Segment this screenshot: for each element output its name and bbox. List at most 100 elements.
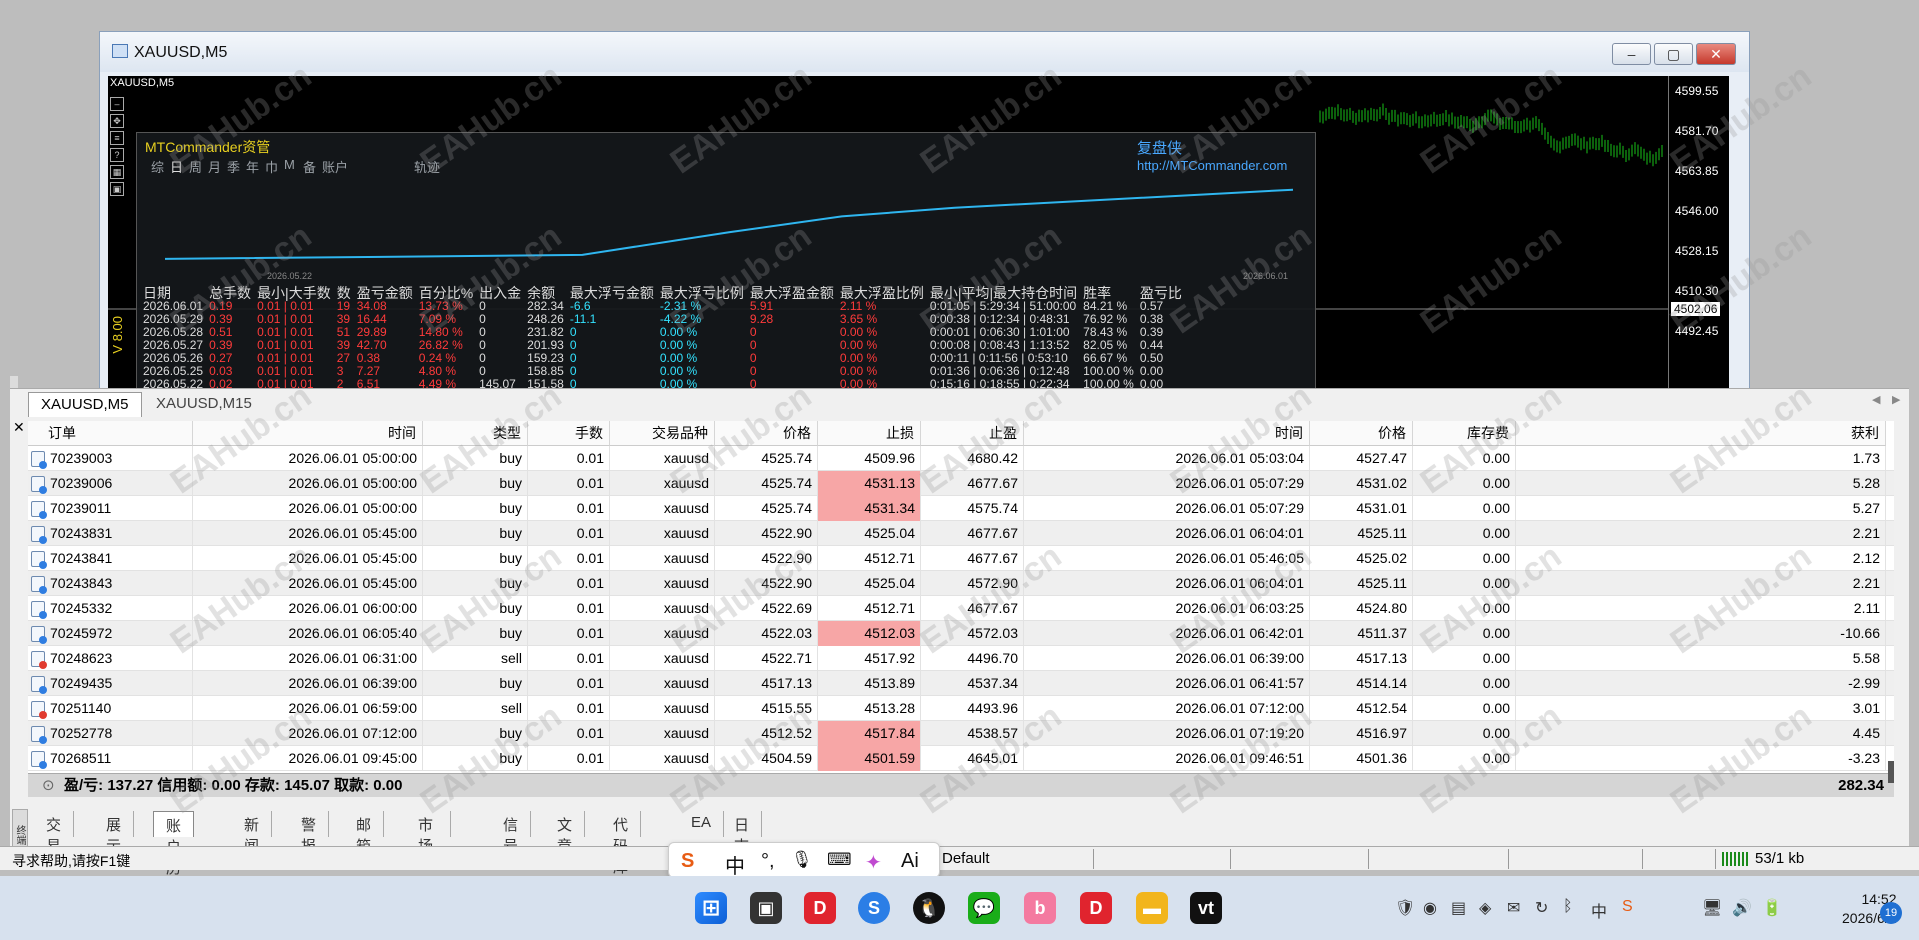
history-row[interactable]: 70251140 2026.06.01 06:59:00 sell 0.01 xauus… [28,696,1894,721]
scroll-left-icon[interactable]: ◀ [1872,393,1880,406]
app-d2-icon[interactable]: D [1080,892,1112,924]
terminal-tab[interactable]: 信号 [491,811,532,855]
history-row[interactable]: 70243831 2026.06.01 05:45:00 buy 0.01 xauusd… [28,521,1894,546]
mtc-tab[interactable]: 轨迹 [414,157,440,176]
help-icon[interactable]: ? [110,148,124,162]
history-row[interactable]: 70249435 2026.06.01 06:39:00 buy 0.01 xauusd… [28,671,1894,696]
mtc-tab[interactable]: 巾 [265,157,278,176]
wechat-icon[interactable]: 💬 [968,892,1000,924]
folder-icon[interactable]: ▬ [1136,892,1168,924]
mtc-tab[interactable]: 账户 [322,157,348,176]
mtc-tab[interactable]: 日 [170,157,183,176]
volume-icon[interactable]: 🔊 [1732,898,1752,918]
bilibili-tray-icon[interactable]: ▤ [1451,898,1466,918]
mtc-tab[interactable]: 综 [151,157,164,176]
terminal-tab[interactable]: 警报 [289,811,330,855]
ime-mode-chinese[interactable]: 中 [725,850,745,879]
history-col-header[interactable]: 价格 [1310,421,1413,446]
mtc-tab[interactable]: 月 [208,157,221,176]
history-col-header[interactable]: 止盈 [921,421,1024,446]
wechat-tray-icon[interactable]: ✉ [1507,898,1520,918]
mtc-tab[interactable]: 季 [227,157,240,176]
ai-icon[interactable]: Ai [901,850,919,873]
terminal-tab[interactable]: 新闻 [232,811,273,855]
notification-badge[interactable]: 19 [1880,902,1902,924]
network-icon[interactable]: 🖥 [1702,898,1722,918]
terminal-tab[interactable]: EA [679,811,725,837]
sogou-tray-icon[interactable]: S [1622,898,1633,916]
shield-icon[interactable]: 🛡 [1395,898,1415,918]
history-row[interactable]: 70248623 2026.06.01 06:31:00 sell 0.01 xauus… [28,646,1894,671]
terminal-tab[interactable]: 邮箱9 [344,811,385,872]
history-row[interactable]: 70245332 2026.06.01 06:00:00 buy 0.01 xauusd… [28,596,1894,621]
history-cell: 4513.28 [818,696,921,721]
price-chart[interactable]: XAUUSD,M5 – ✥ ≡ ? ▦ ▣ V 8.00 4599.55 4581… [108,76,1729,392]
history-col-header[interactable]: 交易品种 [610,421,715,446]
app-vt-icon[interactable]: vt [1190,892,1222,924]
terminal-tab[interactable]: 账户历史 [153,811,195,898]
app-d-icon[interactable]: D [804,892,836,924]
history-col-header[interactable]: 止损 [818,421,921,446]
tab-xauusd-m5[interactable]: XAUUSD,M5 [28,392,142,417]
sogou-icon[interactable]: S [681,850,694,873]
qq-icon[interactable]: 🐧 [913,892,945,924]
history-row[interactable]: 70239003 2026.06.01 05:00:00 buy 0.01 xauusd… [28,446,1894,471]
scroll-right-icon[interactable]: ▶ [1892,393,1900,406]
history-col-header[interactable]: 库存费 [1413,421,1516,446]
microphone-icon[interactable]: 🎙 [791,850,813,870]
history-row[interactable]: 70243841 2026.06.01 05:45:00 buy 0.01 xauusd… [28,546,1894,571]
save-icon[interactable]: ▣ [110,182,124,196]
battery-icon[interactable]: 🔋 [1762,898,1782,918]
task-view-icon[interactable]: ▣ [750,892,782,924]
minus-icon[interactable]: – [110,97,124,111]
terminal-tab[interactable]: 交易 [34,811,75,855]
history-col-header[interactable]: 时间 [193,421,423,446]
history-col-header[interactable]: 价格 [715,421,818,446]
bluetooth-icon[interactable]: ᛒ [1563,898,1573,916]
move-icon[interactable]: ✥ [110,114,124,128]
history-row[interactable]: 70252778 2026.06.01 07:12:00 buy 0.01 xauusd… [28,721,1894,746]
terminal-tab[interactable]: 代码库 [601,811,642,876]
keyboard-icon[interactable]: ⌨ [827,850,852,870]
history-row[interactable]: 70243843 2026.06.01 05:45:00 buy 0.01 xauusd… [28,571,1894,596]
history-cell: 0.01 [528,571,610,596]
app-tray-icon[interactable]: ◈ [1479,898,1491,918]
terminal-tab[interactable]: 日志 [722,811,763,855]
mtc-tab[interactable]: 周 [189,157,202,176]
history-cell: 4677.67 [921,521,1024,546]
minimize-button[interactable]: – [1612,43,1651,65]
punctuation-icon[interactable]: °, [761,850,775,873]
sync-icon[interactable]: ↻ [1535,898,1548,918]
maximize-button[interactable]: ▢ [1654,43,1693,65]
ime-tray-icon[interactable]: 中 [1591,898,1607,922]
history-col-header[interactable]: 获利 [1516,421,1886,446]
history-col-header[interactable]: 订单 [28,421,193,446]
chart-window-titlebar[interactable]: XAUUSD,M5 – ▢ ✕ [100,32,1749,72]
grid-icon[interactable]: ▦ [110,165,124,179]
terminal-tab[interactable]: 文章 [545,811,586,855]
list-icon[interactable]: ≡ [110,131,124,145]
app-s-icon[interactable]: S [858,892,890,924]
terminal-tab[interactable]: 市场129 [406,811,452,872]
mtc-tab[interactable]: 备 [303,157,316,176]
vertical-scrollbar[interactable] [1888,761,1894,783]
history-row[interactable]: 70245972 2026.06.01 06:05:40 buy 0.01 xauusd… [28,621,1894,646]
close-button[interactable]: ✕ [1696,43,1736,65]
qq-tray-icon[interactable]: ◉ [1423,898,1437,918]
bilibili-icon[interactable]: b [1024,892,1056,924]
history-col-header[interactable]: 时间 [1024,421,1310,446]
close-terminal-icon[interactable]: ✕ [13,419,25,436]
mtc-url[interactable]: http://MTCommander.com [1137,158,1287,173]
history-col-header[interactable]: 类型 [423,421,528,446]
mtc-tab[interactable]: 年 [246,157,259,176]
history-row[interactable]: 70268511 2026.06.01 09:45:00 buy 0.01 xauusd… [28,746,1894,771]
history-row[interactable]: 70239006 2026.06.01 05:00:00 buy 0.01 xauusd… [28,471,1894,496]
history-row[interactable]: 70239011 2026.06.01 05:00:00 buy 0.01 xauusd… [28,496,1894,521]
status-help: 寻求帮助,请按F1键 [12,853,131,869]
tab-xauusd-m15[interactable]: XAUUSD,M15 [144,392,264,416]
terminal-tab[interactable]: 展示 [94,811,135,855]
mtc-tab[interactable]: M [284,157,295,172]
history-col-header[interactable]: 手数 [528,421,610,446]
windows-start-icon[interactable]: ⊞ [695,892,727,924]
skin-icon[interactable]: ✦ [865,850,882,875]
